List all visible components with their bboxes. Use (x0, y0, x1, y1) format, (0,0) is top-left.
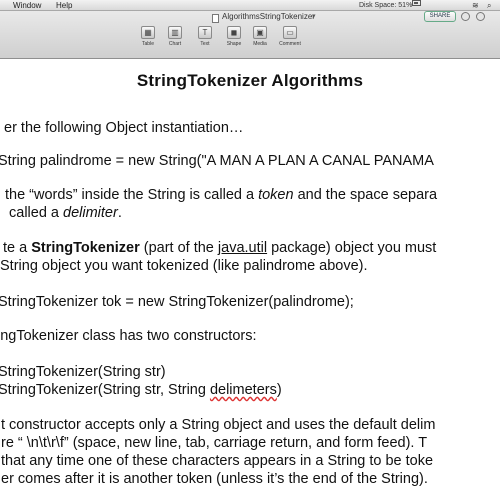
text-run: called a (9, 205, 64, 221)
text-run: ) (276, 382, 282, 398)
window-toolbar: AlgorithmsStringTokenizer ▾ SHARE ▦ Tabl… (0, 11, 500, 59)
document-page[interactable]: StringTokenizer Algorithms er the follow… (0, 60, 500, 500)
title-chevron-down-icon[interactable]: ▾ (312, 12, 316, 20)
paragraph-create-line-1[interactable]: te a StringTokenizer (part of the java.u… (3, 240, 436, 257)
share-button[interactable]: SHARE (424, 11, 456, 22)
code-palindrome-line[interactable]: String palindrome = new String("A MAN A … (0, 153, 434, 170)
text-run: the “words” inside the String is called … (5, 187, 259, 203)
fullscreen-button[interactable] (476, 12, 485, 21)
text-run: StringTokenizer(String str, String (0, 382, 210, 398)
disk-space-status[interactable]: Disk Space: 51% (359, 0, 412, 11)
chart-label: Chart (168, 41, 182, 47)
chart-icon: ▥ (168, 26, 182, 39)
comment-button[interactable]: ▭ Comment (275, 26, 305, 56)
paragraph-default-line-2[interactable]: re “ \n\t\r\f” (space, new line, tab, ca… (1, 435, 427, 452)
spotlight-search-icon[interactable]: ⌕ (487, 0, 491, 11)
window-title[interactable]: AlgorithmsStringTokenizer (222, 12, 315, 21)
text-button[interactable]: T Text (190, 26, 220, 56)
paragraph-constructors[interactable]: ingTokenizer class has two constructors: (0, 328, 257, 345)
paragraph-intro[interactable]: er the following Object instantiation… (4, 120, 243, 137)
menu-bar: Window Help Disk Space: 51% ≋ ⌕ (0, 0, 500, 11)
constructor-1[interactable]: StringTokenizer(String str) (0, 364, 166, 381)
text-label: Text (200, 41, 210, 47)
paragraph-default-line-3[interactable]: that any time one of these characters ap… (1, 453, 433, 470)
token-term: token (258, 187, 294, 203)
menu-help[interactable]: Help (56, 0, 72, 11)
comment-label: Comment (279, 41, 301, 47)
code-tokenizer-line[interactable]: StringTokenizer tok = new StringTokenize… (0, 294, 354, 311)
table-icon: ▦ (141, 26, 155, 39)
wifi-icon[interactable]: ≋ (472, 0, 479, 11)
media-label: Media (253, 41, 267, 47)
document-icon (212, 14, 219, 23)
document-title[interactable]: StringTokenizer Algorithms (0, 72, 500, 89)
comment-icon: ▭ (283, 26, 297, 39)
table-button[interactable]: ▦ Table (133, 26, 163, 56)
constructor-2[interactable]: StringTokenizer(String str, String delim… (0, 382, 282, 399)
java-util-term: java.util (217, 240, 268, 256)
paragraph-token-line-2[interactable]: called a delimiter. (9, 205, 122, 222)
media-icon: ▣ (253, 26, 267, 39)
battery-icon[interactable] (412, 0, 421, 6)
text-run: package) object you must (267, 240, 437, 256)
paragraph-token-line-1[interactable]: the “words” inside the String is called … (5, 187, 437, 204)
chart-button[interactable]: ▥ Chart (160, 26, 190, 56)
toolbar-toggle-button[interactable] (461, 12, 470, 21)
paragraph-default-line-4[interactable]: er comes after it is another token (unle… (1, 471, 428, 488)
text-run: . (117, 205, 122, 221)
shape-icon: ◼ (227, 26, 241, 39)
stringtokenizer-term: StringTokenizer (31, 240, 140, 256)
media-button[interactable]: ▣ Media (245, 26, 275, 56)
delimeters-word: delimeters (209, 382, 277, 398)
paragraph-create-line-2[interactable]: String object you want tokenized (like p… (0, 258, 368, 275)
text-run: (part of the (139, 240, 218, 256)
delimiter-term: delimiter (63, 205, 118, 221)
table-label: Table (142, 41, 154, 47)
text-icon: T (198, 26, 212, 39)
text-run: and the space separa (293, 187, 438, 203)
menu-window[interactable]: Window (13, 0, 41, 11)
paragraph-default-line-1[interactable]: t constructor accepts only a String obje… (1, 417, 435, 434)
text-run: te a (3, 240, 32, 256)
